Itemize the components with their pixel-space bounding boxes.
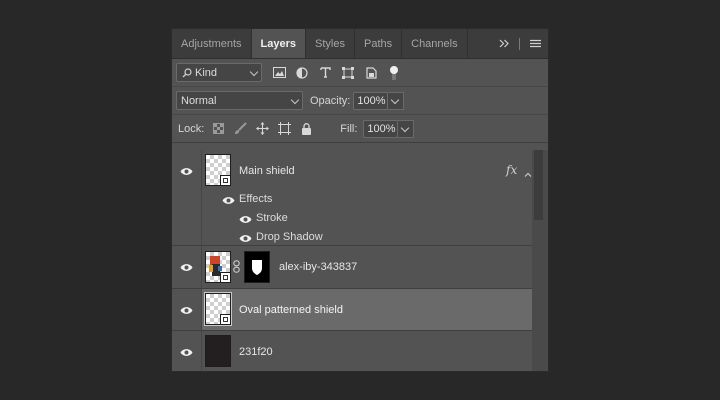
layer-name[interactable]: 231f20 — [239, 346, 273, 358]
tab-layers[interactable]: Layers — [251, 29, 307, 58]
eye-icon[interactable] — [239, 234, 252, 243]
blend-mode-select[interactable]: Normal — [176, 91, 303, 110]
panel-tab-bar: Adjustments Layers Styles Paths Channels — [172, 29, 548, 59]
lock-image-pixels-icon[interactable] — [233, 122, 247, 136]
layers-panel: Adjustments Layers Styles Paths Channels… — [171, 28, 549, 372]
pixel-layer-filter-icon[interactable] — [272, 66, 286, 80]
tab-spacer — [468, 29, 497, 58]
filter-kind-select[interactable]: Kind — [176, 63, 262, 82]
type-layer-filter-icon[interactable] — [318, 66, 332, 80]
fill-input[interactable]: 100% — [363, 119, 399, 138]
tab-label: Styles — [315, 37, 345, 50]
opacity-label: Opacity: — [310, 94, 351, 107]
smart-object-badge-icon — [220, 314, 231, 325]
visibility-cell[interactable] — [172, 150, 202, 245]
lock-icon-group — [211, 122, 313, 136]
adjustment-layer-filter-icon[interactable] — [295, 66, 309, 80]
filter-toggle-icon[interactable] — [387, 65, 401, 80]
tab-label: Channels — [411, 37, 458, 50]
lock-transparent-pixels-icon[interactable] — [211, 122, 225, 136]
layers-scrollbar[interactable] — [532, 150, 548, 371]
layer-thumbnail[interactable] — [205, 154, 231, 186]
tab-channels[interactable]: Channels — [402, 29, 468, 58]
layer-thumbnail[interactable] — [205, 251, 231, 283]
layer-mask-thumbnail[interactable] — [244, 251, 270, 283]
fill-value: 100% — [367, 122, 396, 135]
shape-layer-filter-icon[interactable] — [341, 66, 355, 80]
layer-row-main-shield[interactable]: Main shield fx Effects Stroke Drop Shado… — [172, 150, 532, 246]
panel-menu-icon[interactable] — [528, 37, 542, 51]
opacity-dropdown[interactable] — [388, 91, 405, 110]
visibility-cell[interactable] — [172, 246, 202, 288]
blend-mode-value: Normal — [181, 94, 217, 107]
chevron-down-icon — [290, 95, 300, 105]
eye-icon[interactable] — [180, 306, 193, 315]
effect-stroke-label[interactable]: Stroke — [256, 212, 288, 224]
shield-shape-icon — [252, 260, 262, 275]
layer-name[interactable]: Oval patterned shield — [239, 304, 343, 316]
eye-icon[interactable] — [239, 215, 252, 224]
smart-object-badge-icon — [220, 175, 231, 186]
fx-icon[interactable]: fx — [506, 163, 517, 177]
chevron-up-icon[interactable] — [524, 168, 532, 180]
blend-row: Normal Opacity: 100% — [172, 87, 548, 115]
fill-dropdown[interactable] — [398, 119, 415, 138]
lock-artboard-icon[interactable] — [277, 122, 291, 136]
layer-row-color-fill[interactable]: 231f20 — [172, 331, 532, 371]
lock-row: Lock: Fill: 100% — [172, 115, 548, 143]
eye-icon[interactable] — [180, 348, 193, 357]
tab-styles[interactable]: Styles — [306, 29, 355, 58]
tab-adjustments[interactable]: Adjustments — [172, 29, 252, 58]
chevron-down-icon — [391, 95, 400, 104]
lock-position-icon[interactable] — [255, 122, 269, 136]
tab-label: Paths — [363, 37, 393, 50]
tab-paths[interactable]: Paths — [355, 29, 403, 58]
layer-name[interactable]: Main shield — [239, 165, 295, 177]
layer-name[interactable]: alex-iby-343837 — [279, 261, 357, 273]
smart-object-filter-icon[interactable] — [364, 66, 378, 80]
chevron-down-icon — [401, 123, 410, 132]
tab-menu-divider — [519, 37, 520, 50]
opacity-input[interactable]: 100% — [353, 91, 389, 110]
filter-kind-label: Kind — [195, 66, 218, 79]
opacity-value: 100% — [357, 94, 386, 107]
eye-icon[interactable] — [222, 196, 235, 205]
visibility-cell[interactable] — [172, 331, 202, 371]
lock-all-icon[interactable] — [299, 122, 313, 136]
smart-object-badge-icon — [220, 272, 231, 283]
layer-row-photo[interactable]: alex-iby-343837 — [172, 246, 532, 289]
visibility-cell[interactable] — [172, 289, 202, 330]
eye-icon[interactable] — [180, 263, 193, 272]
filter-icon-group — [272, 65, 401, 80]
search-icon — [181, 66, 193, 80]
mask-link-icon[interactable] — [233, 260, 240, 276]
scrollbar-thumb[interactable] — [534, 150, 543, 220]
fill-label: Fill: — [340, 122, 358, 135]
lock-label: Lock: — [178, 122, 205, 135]
layer-thumbnail[interactable] — [204, 292, 232, 326]
panel-menu-area — [497, 29, 548, 58]
tab-label: Layers — [260, 37, 297, 50]
layer-row-oval-patterned-shield[interactable]: Oval patterned shield — [172, 289, 532, 331]
layers-list: Main shield fx Effects Stroke Drop Shado… — [172, 150, 548, 371]
tab-label: Adjustments — [181, 37, 242, 50]
chevron-down-icon — [249, 67, 259, 77]
eye-icon[interactable] — [180, 167, 193, 176]
layer-thumbnail[interactable] — [205, 335, 231, 367]
effect-drop-shadow-label[interactable]: Drop Shadow — [256, 231, 323, 243]
effects-label: Effects — [239, 193, 273, 205]
layer-filter-row: Kind — [172, 59, 548, 87]
collapse-panels-icon[interactable] — [497, 37, 511, 51]
